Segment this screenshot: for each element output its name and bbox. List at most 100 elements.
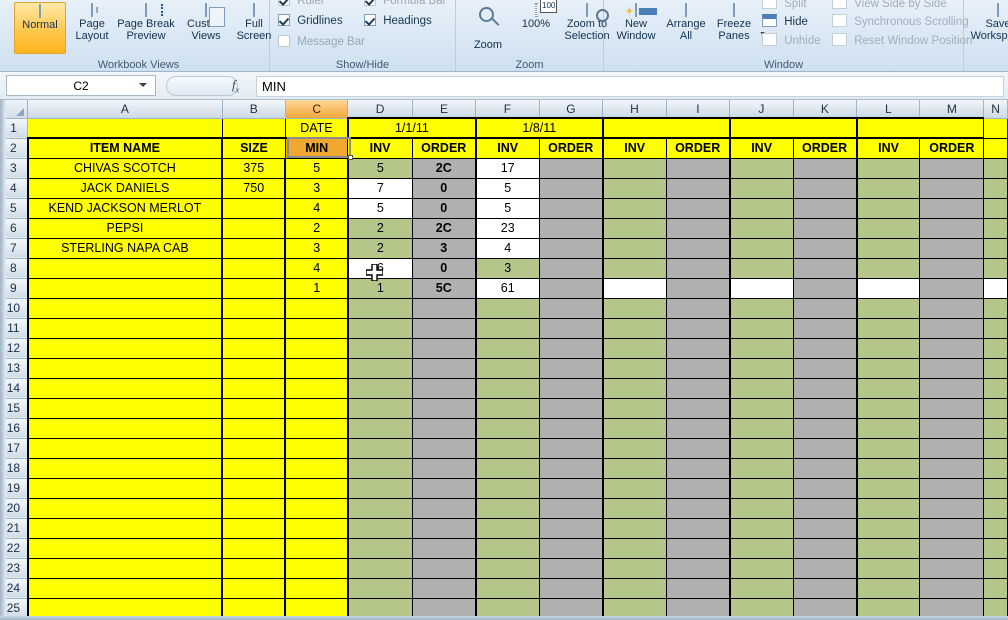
- cell-l7-inv[interactable]: [855, 238, 921, 259]
- cell-g18[interactable]: [539, 458, 604, 479]
- cell-c2-min-selected[interactable]: MIN: [285, 137, 349, 159]
- cell-m9-order[interactable]: [919, 278, 985, 299]
- cell-l22[interactable]: [855, 538, 921, 559]
- cell-d16[interactable]: [346, 418, 413, 439]
- cell-j14[interactable]: [728, 378, 794, 399]
- cell-l15[interactable]: [855, 398, 921, 419]
- cell-l2-inv[interactable]: INV: [855, 137, 921, 159]
- cell-e14[interactable]: [412, 378, 477, 399]
- cell-g3-order[interactable]: [539, 158, 604, 179]
- cell-j24[interactable]: [728, 578, 794, 599]
- cell-l19[interactable]: [855, 478, 921, 499]
- cell-c1[interactable]: DATE: [285, 118, 349, 139]
- cell-g24[interactable]: [539, 578, 604, 599]
- cell-c24[interactable]: [284, 578, 349, 599]
- cell-n24[interactable]: [983, 578, 1008, 599]
- cell-b23[interactable]: [221, 558, 286, 579]
- column-header-i[interactable]: I: [666, 100, 731, 119]
- cell-a15[interactable]: [26, 398, 223, 419]
- formula-bar-buttons[interactable]: [166, 76, 238, 96]
- cell-n19[interactable]: [983, 478, 1008, 499]
- cell-i22[interactable]: [666, 538, 731, 559]
- cell-e19[interactable]: [412, 478, 477, 499]
- cell-m10[interactable]: [919, 298, 985, 319]
- cell-l25[interactable]: [855, 598, 921, 619]
- cell-i5-order[interactable]: [666, 198, 731, 219]
- cell-k21[interactable]: [793, 518, 858, 539]
- cell-b22[interactable]: [221, 538, 286, 559]
- cell-m20[interactable]: [919, 498, 985, 519]
- cell-i2-order[interactable]: ORDER: [666, 137, 731, 159]
- cell-g5-order[interactable]: [539, 198, 604, 219]
- cell-m21[interactable]: [919, 518, 985, 539]
- cell-g22[interactable]: [539, 538, 604, 559]
- cell-c21[interactable]: [284, 518, 349, 539]
- cell-d6-inv[interactable]: 2: [346, 218, 413, 239]
- cell-i21[interactable]: [666, 518, 731, 539]
- cell-d17[interactable]: [346, 438, 413, 459]
- cell-j3-inv[interactable]: [728, 158, 794, 179]
- cell-a6-item[interactable]: PEPSI: [26, 218, 223, 239]
- cell-i4-order[interactable]: [666, 178, 731, 199]
- table-row[interactable]: 20: [0, 498, 1008, 519]
- column-header-d[interactable]: D: [347, 100, 413, 119]
- cell-j22[interactable]: [728, 538, 794, 559]
- cell-b4-size[interactable]: 750: [221, 178, 286, 199]
- cell-l9-inv[interactable]: [855, 278, 921, 299]
- cell-h12[interactable]: [601, 338, 667, 359]
- cell-c11[interactable]: [284, 318, 349, 339]
- cell-a11[interactable]: [26, 318, 223, 339]
- cell-a1[interactable]: [27, 118, 223, 139]
- cell-d7-inv[interactable]: 2: [346, 238, 413, 259]
- cell-f8-inv[interactable]: 3: [474, 258, 540, 279]
- cell-j16[interactable]: [728, 418, 794, 439]
- column-header-n[interactable]: N: [983, 100, 1008, 119]
- cell-c18[interactable]: [284, 458, 349, 479]
- table-row[interactable]: 21: [0, 518, 1008, 539]
- cell-e12[interactable]: [412, 338, 477, 359]
- cell-a8-item[interactable]: [26, 258, 223, 279]
- cell-n7[interactable]: [983, 238, 1008, 259]
- cell-g20[interactable]: [539, 498, 604, 519]
- cell-l8-inv[interactable]: [855, 258, 921, 279]
- cell-e3-order[interactable]: 2C: [412, 158, 477, 179]
- cell-d5-inv[interactable]: 5: [346, 198, 413, 219]
- cell-m17[interactable]: [919, 438, 985, 459]
- cell-g6-order[interactable]: [539, 218, 604, 239]
- cell-m5-order[interactable]: [919, 198, 985, 219]
- table-row[interactable]: 6 PEPSI 2 2 2C 23: [0, 218, 1008, 239]
- cell-n23[interactable]: [983, 558, 1008, 579]
- cell-d4-inv[interactable]: 7: [346, 178, 413, 199]
- cell-b16[interactable]: [221, 418, 286, 439]
- cell-h22[interactable]: [601, 538, 667, 559]
- cell-n16[interactable]: [983, 418, 1008, 439]
- cell-k14[interactable]: [793, 378, 858, 399]
- cell-n10[interactable]: [983, 298, 1008, 319]
- gridlines-checkbox[interactable]: Gridlines: [278, 14, 343, 28]
- arrange-all-button[interactable]: Arrange All: [660, 3, 712, 42]
- cell-m3-order[interactable]: [919, 158, 985, 179]
- cell-n20[interactable]: [983, 498, 1008, 519]
- cell-f5-inv[interactable]: 5: [474, 198, 540, 219]
- cell-f2-inv[interactable]: INV: [474, 137, 540, 159]
- cell-k2-order[interactable]: ORDER: [793, 137, 858, 159]
- cell-i10[interactable]: [666, 298, 731, 319]
- cell-f9-inv[interactable]: 61: [474, 278, 540, 299]
- cell-h2-inv[interactable]: INV: [601, 137, 667, 159]
- cell-a21[interactable]: [26, 518, 223, 539]
- cell-b9-size[interactable]: [221, 278, 286, 299]
- cell-k9-order[interactable]: [793, 278, 858, 299]
- table-row[interactable]: 12: [0, 338, 1008, 359]
- cell-m16[interactable]: [919, 418, 985, 439]
- cell-c20[interactable]: [284, 498, 349, 519]
- cell-k10[interactable]: [793, 298, 858, 319]
- cell-f23[interactable]: [474, 558, 540, 579]
- unhide-button[interactable]: Unhide: [762, 33, 821, 49]
- cell-b13[interactable]: [221, 358, 286, 379]
- name-box[interactable]: C2: [6, 75, 156, 96]
- cell-f18[interactable]: [474, 458, 540, 479]
- cell-i18[interactable]: [666, 458, 731, 479]
- cell-e24[interactable]: [412, 578, 477, 599]
- cell-c15[interactable]: [284, 398, 349, 419]
- cell-n17[interactable]: [983, 438, 1008, 459]
